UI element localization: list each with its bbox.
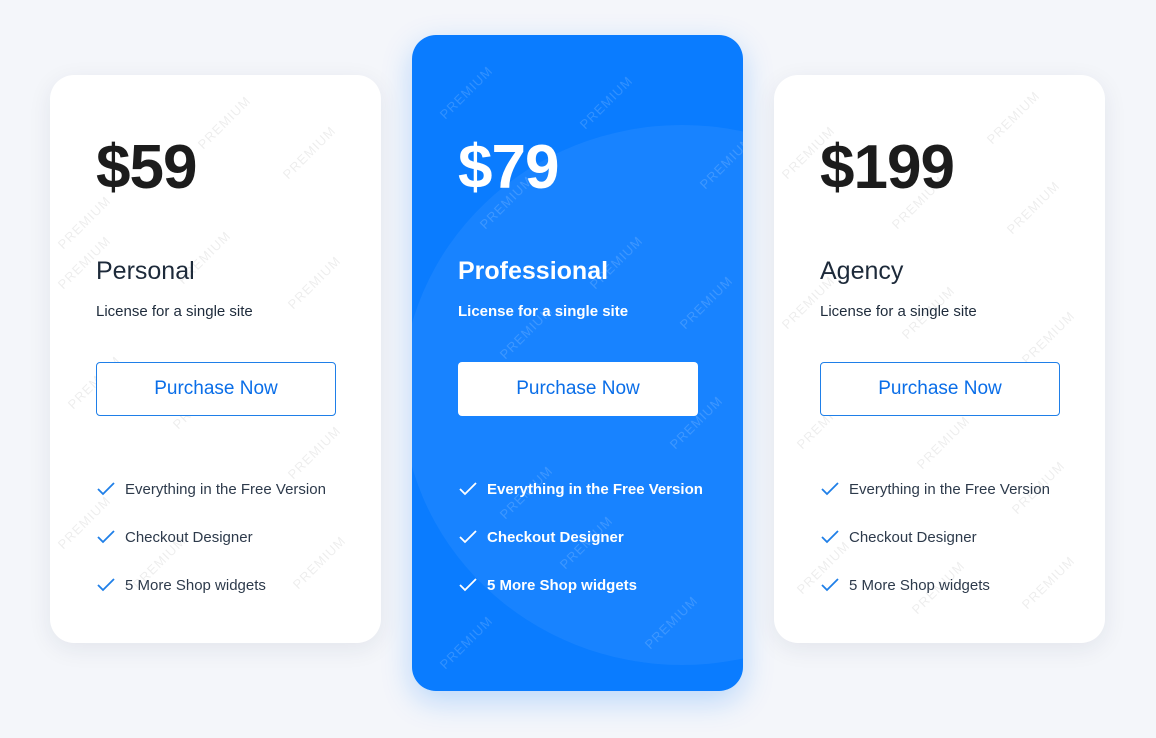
feature-label: Checkout Designer: [125, 528, 253, 546]
purchase-now-button[interactable]: Purchase Now: [96, 362, 336, 416]
feature-label: Checkout Designer: [487, 528, 624, 546]
check-icon: [458, 529, 478, 545]
plan-price: $79: [458, 133, 559, 202]
feature-item: Checkout Designer: [96, 513, 361, 561]
plan-name: Personal: [96, 257, 195, 285]
check-icon: [96, 529, 116, 545]
feature-item: Checkout Designer: [458, 513, 723, 561]
feature-item: 5 More Shop widgets: [458, 561, 723, 609]
check-icon: [820, 529, 840, 545]
pricing-card-agency: PREMIUM PREMIUM PREMIUM PREMIUM PREMIUM …: [774, 75, 1105, 643]
check-icon: [458, 577, 478, 593]
pricing-card-personal: PREMIUM PREMIUM PREMIUM PREMIUM PREMIUM …: [50, 75, 381, 643]
feature-list: Everything in the Free Version Checkout …: [96, 465, 361, 609]
feature-label: Checkout Designer: [849, 528, 977, 546]
feature-item: 5 More Shop widgets: [820, 561, 1085, 609]
plan-name: Agency: [820, 257, 904, 285]
plan-description: License for a single site: [458, 303, 629, 320]
feature-item: Checkout Designer: [820, 513, 1085, 561]
feature-label: Everything in the Free Version: [125, 480, 326, 498]
feature-label: Everything in the Free Version: [849, 480, 1050, 498]
purchase-now-button[interactable]: Purchase Now: [458, 362, 698, 416]
check-icon: [96, 481, 116, 497]
feature-item: 5 More Shop widgets: [96, 561, 361, 609]
check-icon: [820, 577, 840, 593]
feature-list: Everything in the Free Version Checkout …: [820, 465, 1085, 609]
feature-label: 5 More Shop widgets: [125, 576, 266, 594]
feature-label: Everything in the Free Version: [487, 480, 703, 498]
feature-list: Everything in the Free Version Checkout …: [458, 465, 723, 609]
feature-label: 5 More Shop widgets: [849, 576, 990, 594]
plan-price: $199: [820, 133, 955, 202]
plan-name: Professional: [458, 257, 609, 285]
pricing-card-professional: PREMIUM PREMIUM PREMIUM PREMIUM PREMIUM …: [412, 35, 743, 691]
feature-item: Everything in the Free Version: [458, 465, 723, 513]
plan-description: License for a single site: [820, 303, 977, 320]
check-icon: [820, 481, 840, 497]
feature-item: Everything in the Free Version: [820, 465, 1085, 513]
purchase-now-button[interactable]: Purchase Now: [820, 362, 1060, 416]
check-icon: [458, 481, 478, 497]
feature-label: 5 More Shop widgets: [487, 576, 638, 594]
plan-price: $59: [96, 133, 197, 202]
plan-description: License for a single site: [96, 303, 253, 320]
check-icon: [96, 577, 116, 593]
feature-item: Everything in the Free Version: [96, 465, 361, 513]
